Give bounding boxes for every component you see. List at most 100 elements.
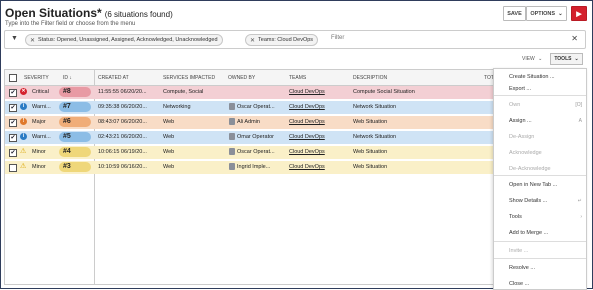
menu-item-label: Invite ... — [509, 248, 529, 254]
options-button[interactable]: OPTIONS ⌄ — [526, 6, 567, 21]
menu-item[interactable]: Open in New Tab ... — [494, 179, 586, 191]
user-avatar-icon — [229, 148, 235, 155]
play-button[interactable]: ▶ — [571, 6, 587, 21]
table-row[interactable]: ✔ ✕ Critical #8 11:55:55 06/20/20... Compute,… — [5, 86, 493, 99]
menu-item[interactable]: Show Details ... ↵ — [494, 195, 586, 207]
severity-icon: i — [20, 133, 27, 140]
select-all-checkbox[interactable] — [9, 74, 17, 82]
severity-cell: Warni... — [32, 134, 51, 140]
menu-shortcut-icon: › — [580, 214, 582, 220]
situations-table: SEVERITY ID ↓ CREATED AT SERVICES IMPACT… — [4, 69, 494, 285]
row-checkbox[interactable]: ✔ — [9, 149, 17, 157]
severity-cell: Critical — [32, 89, 49, 95]
user-avatar-icon — [229, 133, 235, 140]
options-button-label: OPTIONS — [530, 10, 556, 17]
column-header-id[interactable]: ID ↓ — [63, 75, 72, 81]
services-cell: Networking — [163, 104, 191, 110]
menu-item[interactable]: Create Situation ... — [494, 71, 586, 83]
row-checkbox[interactable]: ✔ — [9, 134, 17, 142]
description-cell: Web Situation — [353, 119, 388, 125]
menu-item-label: De-Acknowledge — [509, 166, 551, 172]
description-cell: Web Situation — [353, 149, 388, 155]
menu-item[interactable]: Assign ... A — [494, 115, 586, 127]
row-checkbox[interactable] — [9, 164, 17, 172]
owner-cell: Omar Operator — [237, 134, 274, 140]
created-cell: 10:10:59 06/16/20... — [98, 164, 147, 170]
menu-item[interactable]: Add to Merge ... — [494, 227, 586, 239]
filter-input[interactable]: Filter — [331, 35, 344, 41]
menu-item-label: Resolve ... — [509, 265, 535, 271]
situation-id-pill[interactable]: #4 — [59, 147, 91, 157]
menu-item-label: Own — [509, 102, 521, 108]
menu-item: De-Acknowledge — [494, 163, 586, 175]
severity-cell: Warni... — [32, 104, 51, 110]
menu-item[interactable]: Tools › — [494, 211, 586, 223]
table-row[interactable]: ✔ i Warni... #5 02:43:21 06/20/20... Web Omar … — [5, 131, 493, 144]
tools-dropdown-menu: Create Situation ... Export ... Own [O] Assi… — [493, 68, 587, 290]
created-cell: 10:06:15 06/19/20... — [98, 149, 147, 155]
menu-shortcut-icon: ↵ — [577, 198, 582, 204]
row-checkbox[interactable]: ✔ — [9, 104, 17, 112]
view-menu-button[interactable]: VIEW ⌄ — [522, 56, 542, 62]
situation-id-pill[interactable]: #7 — [59, 102, 91, 112]
menu-item[interactable]: Export ... — [494, 83, 586, 95]
table-row[interactable]: ✔ ⚠ Minor #4 10:06:15 06/19/20... Web Oscar Op… — [5, 146, 493, 159]
team-link[interactable]: Cloud DevOps — [289, 134, 349, 140]
column-header-severity[interactable]: SEVERITY — [24, 75, 49, 81]
chip-close-icon[interactable]: ✕ — [250, 37, 255, 44]
menu-divider — [494, 175, 586, 176]
team-link[interactable]: Cloud DevOps — [289, 119, 349, 125]
menu-item-label: Acknowledge — [509, 150, 542, 156]
teams-filter-chip[interactable]: ✕ Teams: Cloud DevOps — [245, 34, 319, 46]
row-checkbox[interactable]: ✔ — [9, 89, 17, 97]
column-header-description[interactable]: DESCRIPTION — [353, 75, 387, 81]
page-subtitle: Type into the Filter field or choose fro… — [5, 21, 136, 27]
menu-item-label: Create Situation ... — [509, 74, 555, 80]
tools-label: TOOLS — [554, 56, 572, 62]
menu-divider — [494, 95, 586, 96]
team-link[interactable]: Cloud DevOps — [289, 89, 349, 95]
column-header-id-label: ID — [63, 75, 68, 81]
user-avatar-icon — [229, 163, 235, 170]
menu-item: De-Assign — [494, 131, 586, 143]
owner-cell: Oscar Operat... — [237, 149, 275, 155]
chip-close-icon[interactable]: ✕ — [30, 37, 35, 44]
situation-id-pill[interactable]: #5 — [59, 132, 91, 142]
save-button[interactable]: SAVE — [503, 6, 526, 21]
created-cell: 09:35:38 06/20/20... — [98, 104, 147, 110]
column-header-owned-by[interactable]: OWNED BY — [228, 75, 255, 81]
services-cell: Compute, Social — [163, 89, 204, 95]
row-checkbox[interactable]: ✔ — [9, 119, 17, 127]
column-header-teams[interactable]: TEAMS — [289, 75, 306, 81]
menu-item-label: Export ... — [509, 86, 532, 92]
menu-shortcut-icon: [O] — [575, 102, 582, 108]
table-row[interactable]: ✔ i Warni... #7 09:35:38 06/20/20... Networki… — [5, 101, 493, 114]
team-link[interactable]: Cloud DevOps — [289, 104, 349, 110]
user-avatar-icon — [229, 103, 235, 110]
situation-id-pill[interactable]: #6 — [59, 117, 91, 127]
play-icon: ▶ — [576, 10, 582, 18]
column-header-services[interactable]: SERVICES IMPACTED — [163, 75, 215, 81]
owner-cell: Ali Admin — [237, 119, 260, 125]
menu-item[interactable]: Close ... — [494, 278, 586, 290]
menu-item[interactable]: Resolve ... — [494, 262, 586, 274]
description-cell: Compute Social Situation — [353, 89, 415, 95]
column-header-created[interactable]: CREATED AT — [98, 75, 129, 81]
menu-item-label: Show Details ... — [509, 198, 548, 204]
severity-icon: ✕ — [20, 88, 27, 95]
menu-divider — [494, 258, 586, 259]
table-row[interactable]: ⚠ Minor #3 10:10:59 06/16/20... Web Ingrid Im… — [5, 161, 493, 174]
clear-filter-icon[interactable]: ✕ — [571, 34, 578, 43]
chevron-down-icon: ⌄ — [538, 56, 543, 62]
team-link[interactable]: Cloud DevOps — [289, 149, 349, 155]
filter-bar[interactable]: ▼ ✕ Status: Opened, Unassigned, Assigned… — [4, 30, 586, 49]
tools-menu-button[interactable]: TOOLS ⌄ — [550, 53, 583, 65]
situation-id-pill[interactable]: #3 — [59, 162, 91, 172]
table-row[interactable]: ✔! Major #6 08:43:07 06/20/20... Web Ali Admi… — [5, 116, 493, 129]
status-filter-chip[interactable]: ✕ Status: Opened, Unassigned, Assigned, … — [25, 34, 223, 46]
menu-divider — [494, 241, 586, 242]
team-link[interactable]: Cloud DevOps — [289, 164, 349, 170]
situation-id-pill[interactable]: #8 — [59, 87, 91, 97]
description-cell: Web Situation — [353, 164, 388, 170]
menu-item: Acknowledge — [494, 147, 586, 159]
